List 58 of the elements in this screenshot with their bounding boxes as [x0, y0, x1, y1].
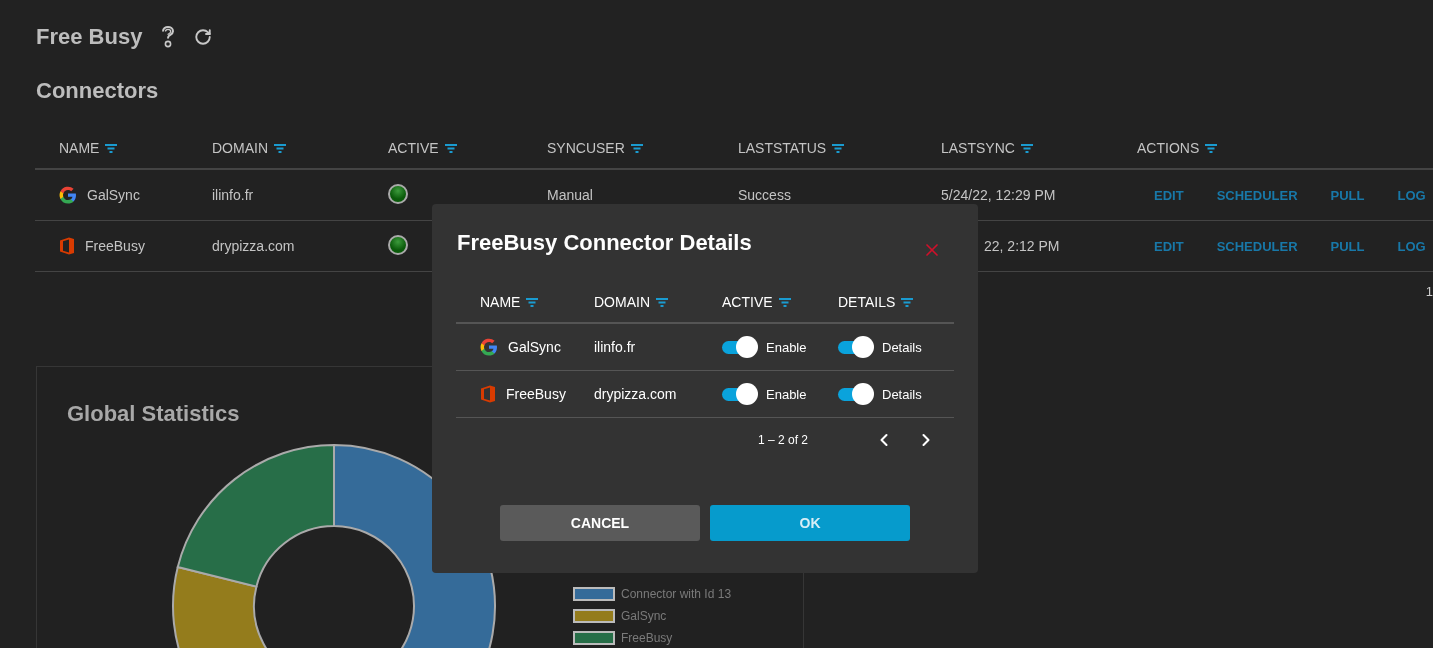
- column-header[interactable]: LASTSYNC: [941, 140, 1137, 156]
- table-cell: ilinfo.fr: [212, 187, 254, 203]
- table-cell: drypizza.com: [594, 386, 677, 402]
- column-header[interactable]: ACTIVE: [722, 294, 838, 310]
- table-cell: GalSync: [508, 339, 561, 355]
- filter-icon[interactable]: [630, 143, 643, 153]
- column-header[interactable]: ACTIVE: [388, 140, 547, 156]
- card-title: Global Statistics: [67, 401, 240, 427]
- legend-label: GalSync: [621, 609, 667, 623]
- table-cell: 5/24/22, 12:29 PM: [941, 187, 1056, 203]
- table-cell: Success: [738, 187, 791, 203]
- column-header[interactable]: SYNCUSER: [547, 140, 738, 156]
- office-icon: [480, 385, 496, 403]
- table-cell: Manual: [547, 187, 593, 203]
- pagination-text: 1: [1425, 283, 1433, 299]
- table-cell: FreeBusy: [85, 238, 145, 254]
- filter-icon[interactable]: [1020, 143, 1033, 153]
- filter-icon[interactable]: [901, 297, 914, 307]
- table-cell-text: 22, 2:12 PM: [983, 238, 1060, 254]
- office-icon: [59, 237, 75, 255]
- toggle-label: Details: [882, 339, 922, 355]
- column-header[interactable]: DETAILS: [838, 294, 954, 310]
- legend-label: Connector with Id 13: [621, 587, 732, 601]
- table-cell: drypizza.com: [212, 238, 295, 254]
- toggle-switch[interactable]: [838, 336, 874, 358]
- dialog-title: FreeBusy Connector Details: [456, 230, 752, 256]
- filter-icon[interactable]: [1205, 143, 1218, 153]
- filter-icon[interactable]: [832, 143, 845, 153]
- column-header[interactable]: DOMAIN: [212, 140, 388, 156]
- table-cell: ilinfo.fr: [594, 339, 636, 355]
- filter-icon[interactable]: [778, 297, 791, 307]
- google-g-icon: [480, 338, 498, 356]
- column-header[interactable]: LASTSTATUS: [738, 140, 941, 156]
- toggle-switch[interactable]: [722, 383, 758, 405]
- table-cell: GalSync: [87, 187, 140, 203]
- legend-label: FreeBusy: [621, 631, 673, 645]
- filter-icon[interactable]: [526, 297, 539, 307]
- column-header[interactable]: DOMAIN: [594, 294, 722, 310]
- refresh-icon[interactable]: [194, 28, 213, 46]
- filter-icon[interactable]: [444, 143, 457, 153]
- column-header[interactable]: NAME: [480, 294, 594, 310]
- filter-icon[interactable]: [105, 143, 118, 153]
- cancel-button[interactable]: CANCEL: [500, 505, 700, 541]
- toggle-label: Enable: [766, 386, 807, 402]
- page-title: Free Busy: [36, 24, 143, 50]
- help-icon[interactable]: [160, 25, 177, 49]
- toggle-switch[interactable]: [838, 383, 874, 405]
- column-header[interactable]: ACTIONS: [1137, 140, 1433, 156]
- column-header[interactable]: NAME: [59, 140, 212, 156]
- table-cell: FreeBusy: [506, 386, 566, 402]
- google-g-icon: [59, 186, 77, 204]
- filter-icon[interactable]: [656, 297, 668, 307]
- toggle-label: Details: [882, 386, 922, 402]
- toggle-label: Enable: [766, 339, 807, 355]
- page-range: 1 – 2 of 2: [757, 433, 808, 447]
- section-title: Connectors: [35, 77, 160, 104]
- toggle-switch[interactable]: [722, 336, 758, 358]
- filter-icon[interactable]: [274, 143, 286, 153]
